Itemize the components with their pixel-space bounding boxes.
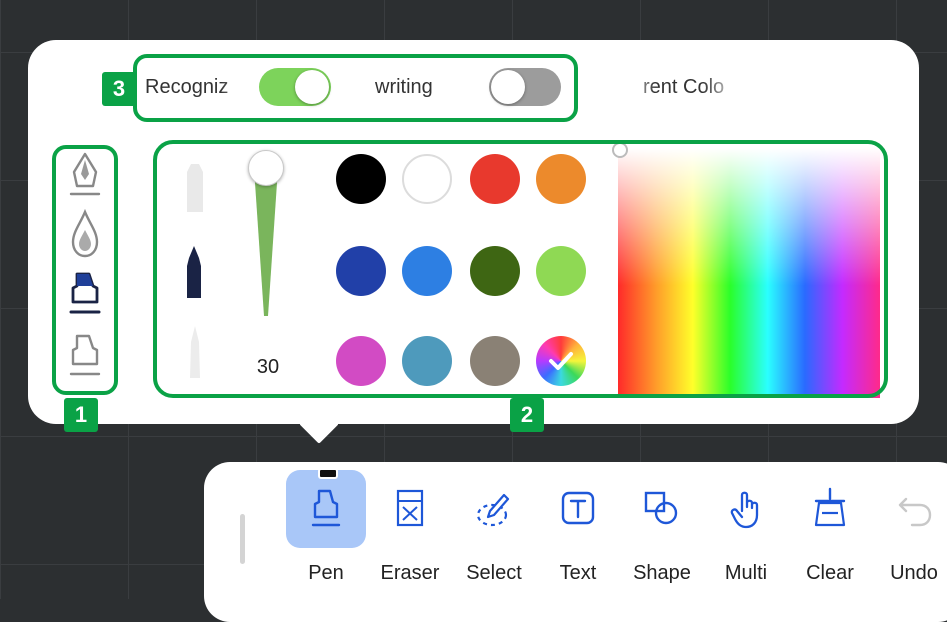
- tool-icon-box: [796, 470, 864, 548]
- tool-text[interactable]: Text: [540, 470, 616, 602]
- highlight-pen-types: [52, 145, 118, 395]
- shape-icon: [644, 491, 678, 525]
- clear-broom-icon: [814, 487, 846, 527]
- highlight-color-panel: [153, 140, 888, 398]
- annotation-badge-1: 1: [64, 398, 98, 432]
- tool-icon-box: [544, 470, 612, 548]
- annotation-badge-3: 3: [102, 72, 136, 106]
- tool-select[interactable]: Select: [456, 470, 532, 602]
- tool-label: Undo: [890, 562, 938, 584]
- highlight-toggle-row: [133, 54, 578, 122]
- pen-icon: [311, 489, 341, 527]
- tool-clear[interactable]: Clear: [792, 470, 868, 602]
- tool-undo[interactable]: Undo: [876, 470, 947, 602]
- tool-icon-box: [376, 470, 444, 548]
- multi-touch-icon: [730, 491, 759, 529]
- tool-multi[interactable]: Multi: [708, 470, 784, 602]
- tool-icon-box: [628, 470, 696, 548]
- lasso-select-icon: [476, 493, 510, 527]
- text-icon: [561, 491, 595, 525]
- tool-icon-box: [460, 470, 528, 548]
- drag-handle[interactable]: [240, 514, 245, 564]
- annotation-badge-2: 2: [510, 398, 544, 432]
- pen-cap-indicator: [318, 468, 338, 479]
- tool-icon-box: [286, 470, 366, 548]
- bottom-toolbar: Pen Eraser Select Text Shape Multi Clear…: [204, 462, 947, 622]
- undo-icon: [898, 497, 932, 527]
- eraser-icon: [396, 489, 424, 527]
- tool-shape[interactable]: Shape: [624, 470, 700, 602]
- tool-pen[interactable]: Pen: [286, 468, 366, 602]
- label-fade: [621, 68, 655, 108]
- label-fade: [703, 68, 747, 108]
- tool-icon-box: [712, 470, 780, 548]
- tool-icon-box: [880, 470, 947, 548]
- tool-eraser[interactable]: Eraser: [372, 470, 448, 602]
